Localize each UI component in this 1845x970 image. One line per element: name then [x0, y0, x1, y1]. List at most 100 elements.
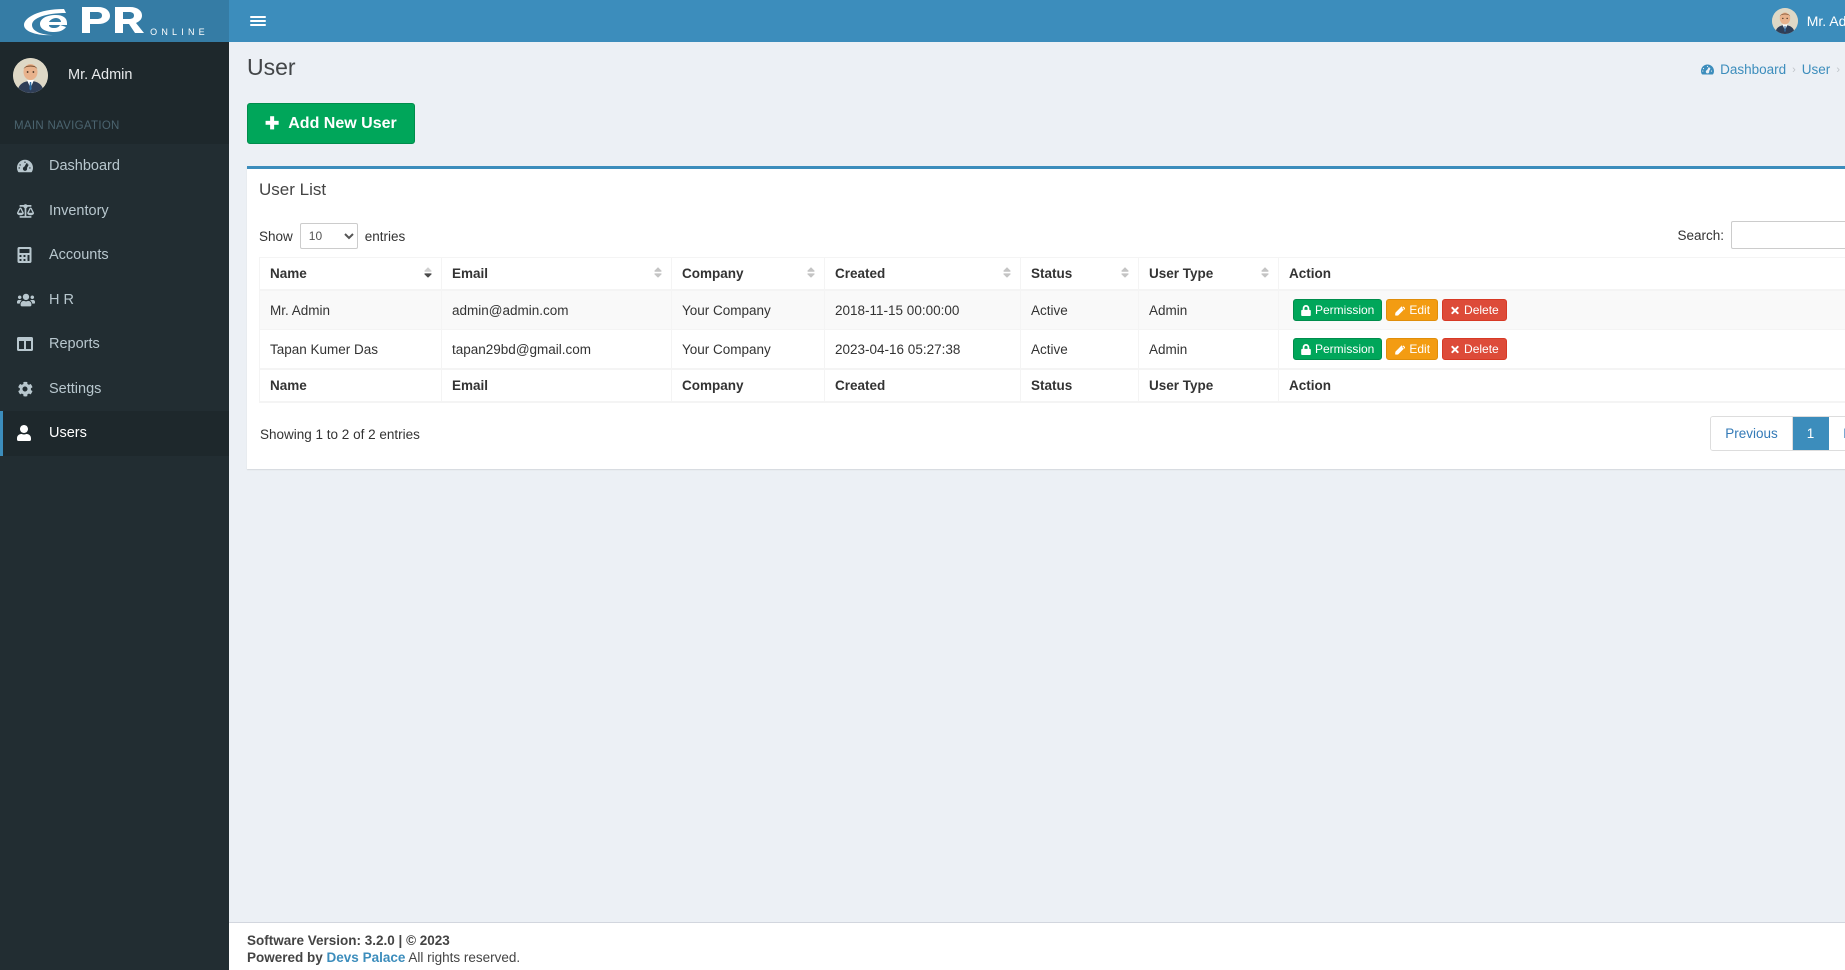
user-company-cell: Your Company: [672, 330, 825, 370]
sidebar-item-hr[interactable]: H R: [0, 278, 229, 323]
avatar-image: [13, 58, 48, 93]
search-input[interactable]: [1731, 221, 1845, 249]
user-action-cell: Permission Edit Delete: [1279, 330, 1845, 370]
permission-button[interactable]: Permission: [1293, 299, 1382, 321]
footer-version-text: Software Version: 3.2.0 | © 2023: [247, 933, 450, 948]
user-type-cell: Admin: [1139, 330, 1279, 370]
delete-button[interactable]: Delete: [1442, 338, 1507, 360]
plus-icon: ✚: [265, 115, 279, 132]
column-header-created[interactable]: Created: [825, 258, 1021, 291]
table-search-control: Search:: [1677, 221, 1845, 249]
column-header-email[interactable]: Email: [442, 258, 672, 291]
sidebar-item-label: Dashboard: [49, 158, 120, 174]
user-table: Name Email Company: [259, 257, 1845, 403]
footer-brand-link[interactable]: Devs Palace: [327, 950, 406, 965]
hamburger-icon[interactable]: [239, 0, 277, 42]
pagination-previous[interactable]: Previous: [1711, 417, 1793, 450]
user-company-cell: Your Company: [672, 290, 825, 330]
footer-column-action: Action: [1279, 369, 1845, 402]
times-icon: [1450, 305, 1460, 316]
edit-button[interactable]: Edit: [1386, 338, 1438, 360]
edit-button[interactable]: Edit: [1386, 299, 1438, 321]
user-name-cell: Tapan Kumer Das: [260, 330, 442, 370]
user-email-cell: tapan29bd@gmail.com: [442, 330, 672, 370]
breadcrumb-separator: ›: [1836, 64, 1840, 76]
top-navbar: Mr. Admin: [229, 0, 1845, 42]
column-label: Action: [1289, 266, 1331, 281]
sidebar-item-inventory[interactable]: Inventory: [0, 189, 229, 234]
sidebar-item-settings[interactable]: Settings: [0, 367, 229, 412]
box-header: User List −: [247, 169, 1845, 211]
table-row: Tapan Kumer Dastapan29bd@gmail.comYour C…: [260, 330, 1845, 370]
sidebar-item-label: Settings: [49, 381, 101, 397]
sort-both-icon: [653, 266, 663, 282]
calculator-icon: [17, 247, 41, 263]
sidebar-item-reports[interactable]: Reports: [0, 322, 229, 367]
footer-powered-prefix: Powered by: [247, 950, 323, 965]
dashboard-icon: [17, 158, 41, 174]
column-label: Email: [452, 266, 488, 281]
delete-button[interactable]: Delete: [1442, 299, 1507, 321]
footer-column-user-type: User Type: [1139, 369, 1279, 402]
sidebar-item-label: Reports: [49, 336, 100, 352]
sidebar-user-name: Mr. Admin: [68, 67, 132, 83]
sort-both-icon: [806, 266, 816, 282]
pagination: Previous 1 Next: [1710, 416, 1845, 451]
sidebar-item-label: Accounts: [49, 247, 109, 263]
permission-button[interactable]: Permission: [1293, 338, 1382, 360]
breadcrumb-item-dashboard[interactable]: Dashboard: [1720, 62, 1786, 77]
table-info: Showing 1 to 2 of 2 entries: [260, 427, 420, 442]
table-footer-controls: Showing 1 to 2 of 2 entries Previous 1 N…: [259, 413, 1845, 461]
pagination-next[interactable]: Next: [1829, 417, 1845, 450]
column-header-user-type[interactable]: User Type: [1139, 258, 1279, 291]
nav-section-header: MAIN NAVIGATION: [0, 108, 229, 144]
sidebar-item-label: H R: [49, 292, 74, 308]
entries-per-page-select[interactable]: 102550100: [300, 223, 358, 249]
sort-both-icon: [1002, 266, 1012, 282]
gear-icon: [17, 381, 41, 397]
pagination-page-1[interactable]: 1: [1793, 417, 1830, 450]
breadcrumb-separator: ›: [1792, 64, 1796, 76]
logo-subtitle: ONLINE: [150, 27, 209, 37]
balance-scale-icon: [17, 203, 41, 219]
column-header-status[interactable]: Status: [1021, 258, 1139, 291]
column-header-name[interactable]: Name: [260, 258, 442, 291]
sidebar: ONLINE Mr. Admin MAIN NAVIGATION Dashboa…: [0, 0, 229, 970]
footer-powered-line: Powered by Devs Palace All rights reserv…: [247, 949, 1827, 966]
button-label: Permission: [1315, 303, 1374, 317]
user-action-cell: Permission Edit Delete: [1279, 290, 1845, 330]
columns-icon: [17, 336, 41, 352]
lock-icon: [1301, 344, 1311, 355]
sidebar-item-users[interactable]: Users: [0, 411, 229, 456]
user-created-cell: 2018-11-15 00:00:00: [825, 290, 1021, 330]
footer-column-email: Email: [442, 369, 672, 402]
column-header-action[interactable]: Action: [1279, 258, 1845, 291]
user-icon: [17, 425, 41, 441]
table-footer-row: Name Email Company Created Status User T…: [260, 369, 1845, 402]
button-label: Edit: [1409, 303, 1430, 317]
breadcrumb-item-user[interactable]: User: [1802, 62, 1831, 77]
app-logo[interactable]: ONLINE: [0, 0, 229, 42]
column-header-company[interactable]: Company: [672, 258, 825, 291]
edit-pencil-icon: [1394, 344, 1405, 355]
column-label: Company: [682, 266, 744, 281]
column-label: Created: [835, 266, 885, 281]
times-icon: [1450, 344, 1460, 355]
footer-column-company: Company: [672, 369, 825, 402]
user-email-cell: admin@admin.com: [442, 290, 672, 330]
column-label: User Type: [1149, 266, 1213, 281]
topbar-user-menu[interactable]: Mr. Admin: [1758, 0, 1845, 42]
sort-desc-icon: [423, 266, 433, 282]
table-controls: Show 102550100 entries Search:: [259, 221, 1845, 257]
table-row: Mr. Adminadmin@admin.comYour Company2018…: [260, 290, 1845, 330]
user-name-cell: Mr. Admin: [260, 290, 442, 330]
sidebar-item-accounts[interactable]: Accounts: [0, 233, 229, 278]
user-created-cell: 2023-04-16 05:27:38: [825, 330, 1021, 370]
topbar-user-name: Mr. Admin: [1807, 13, 1845, 29]
page-title: User: [247, 54, 1827, 81]
add-new-user-button[interactable]: ✚ Add New User: [247, 103, 415, 144]
table-body: Mr. Adminadmin@admin.comYour Company2018…: [260, 290, 1845, 369]
sidebar-user-panel[interactable]: Mr. Admin: [0, 42, 229, 108]
button-label: Edit: [1409, 342, 1430, 356]
sidebar-item-dashboard[interactable]: Dashboard: [0, 144, 229, 189]
